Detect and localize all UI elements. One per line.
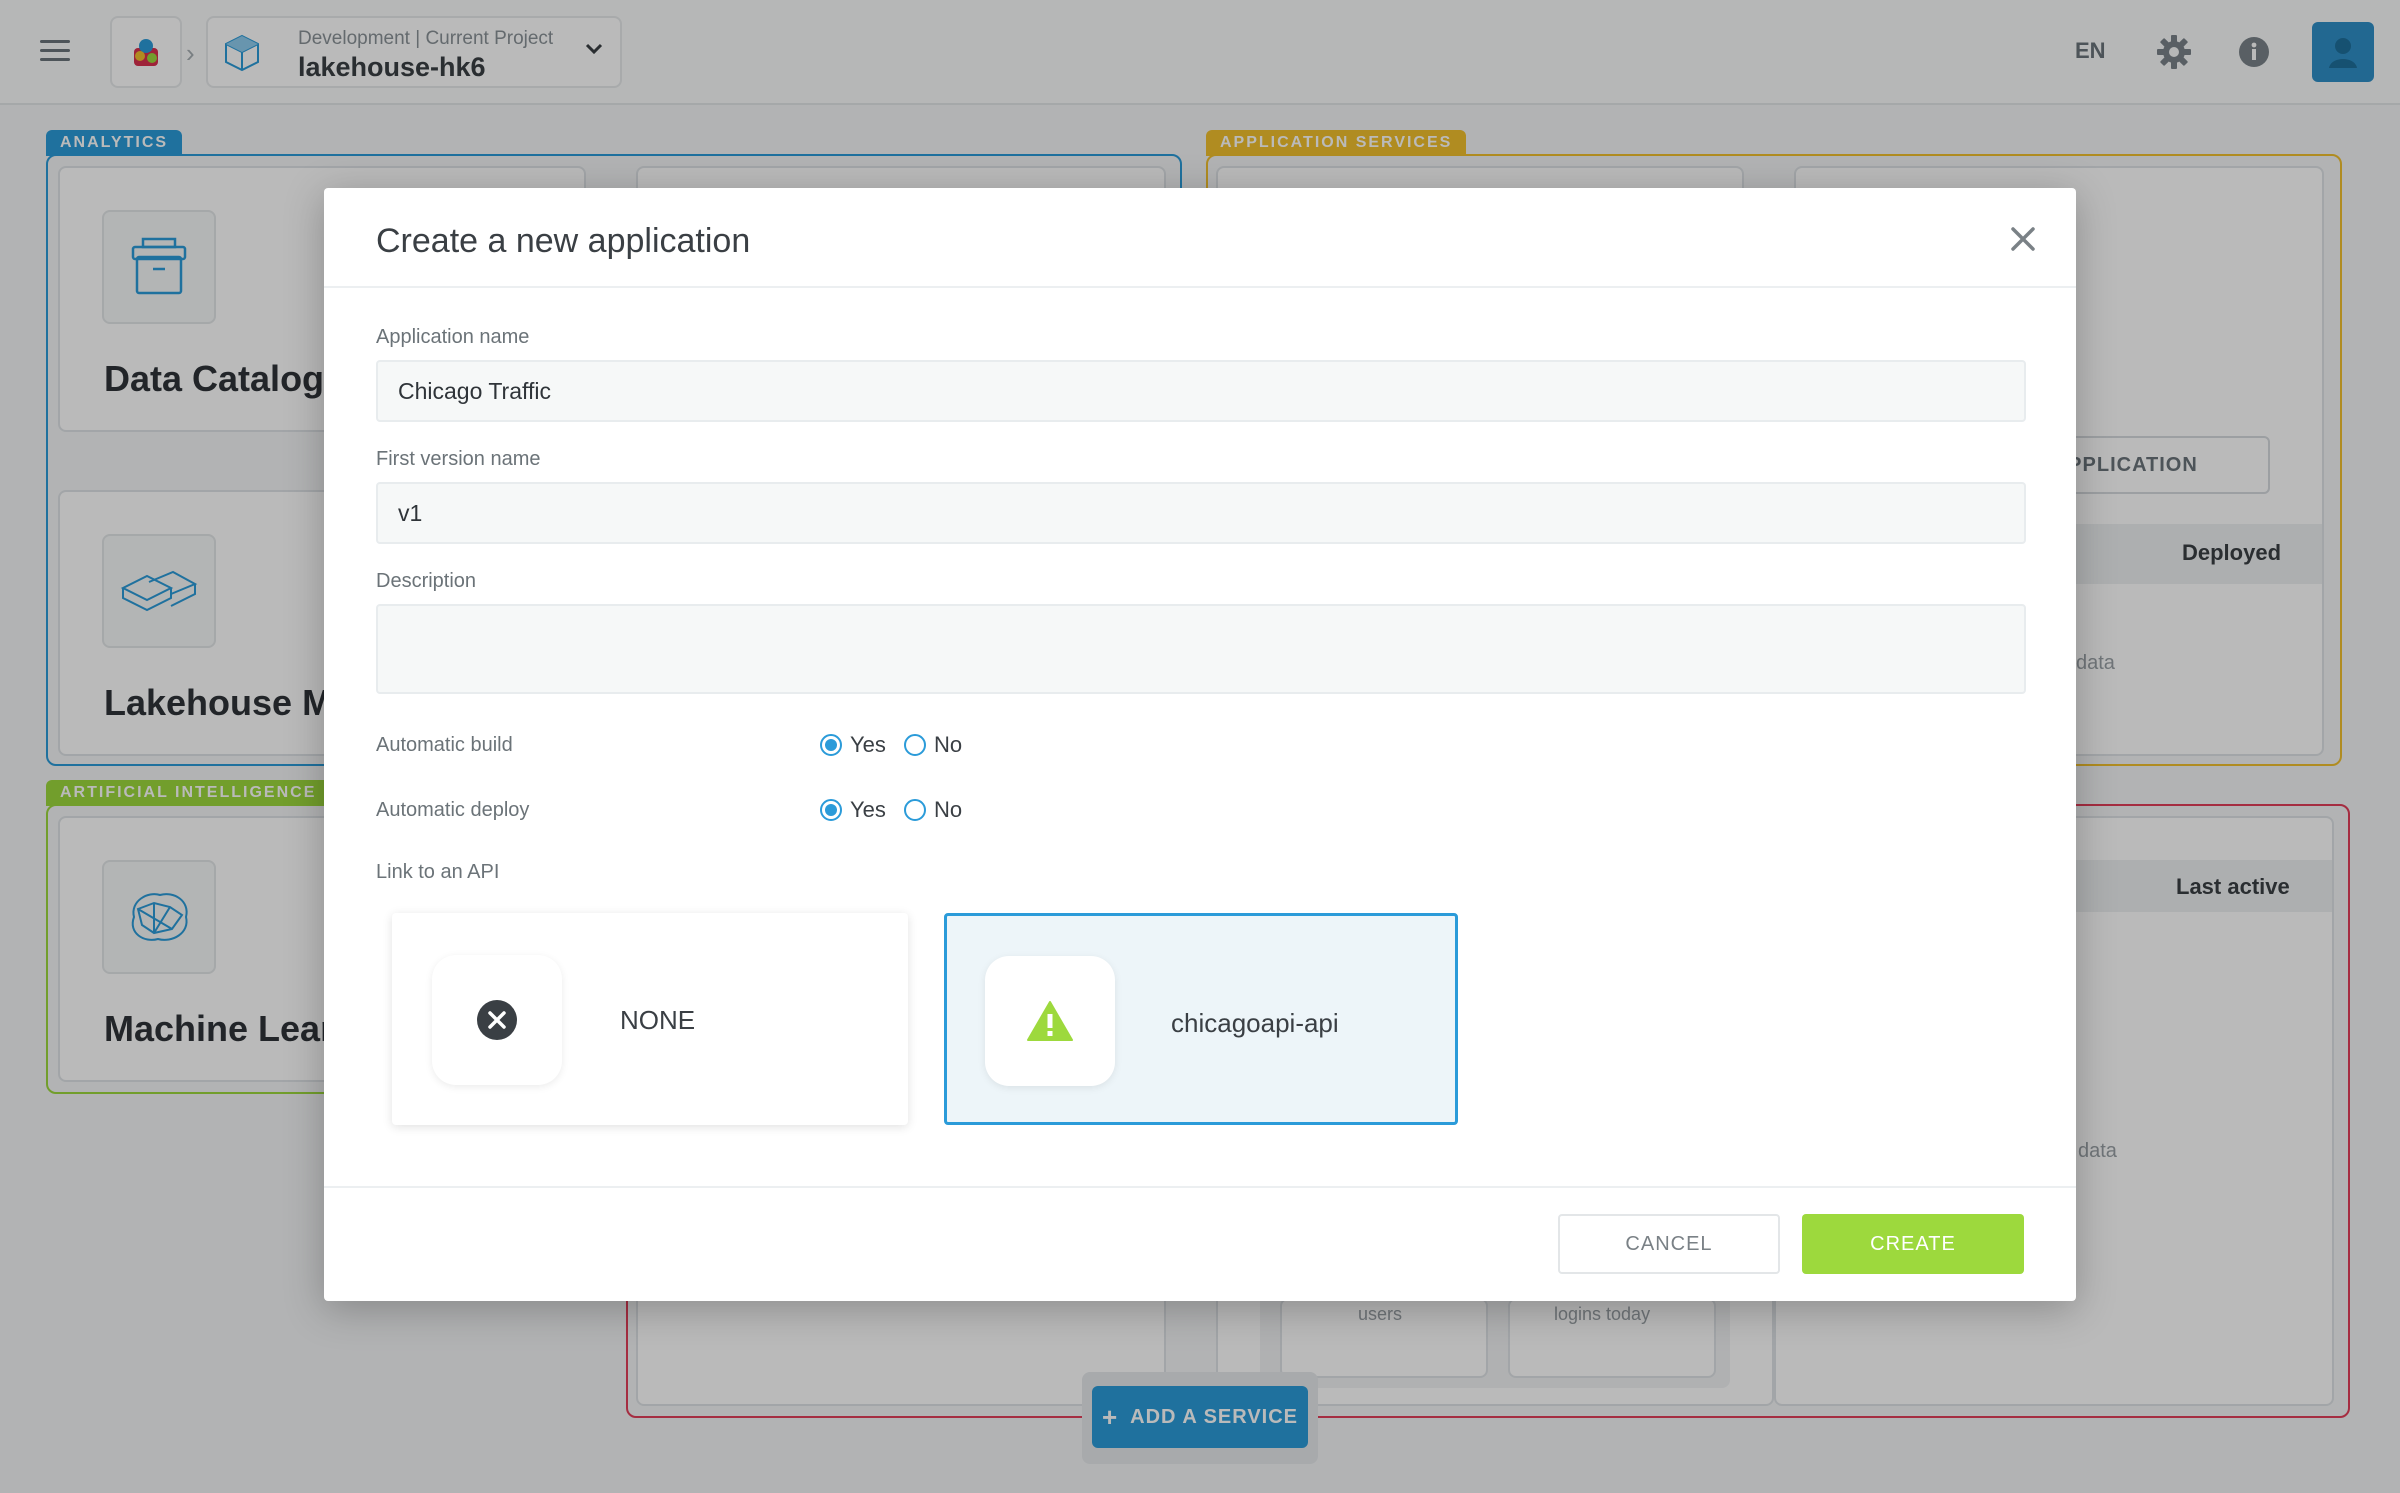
description-textarea[interactable] (376, 604, 2026, 694)
first-version-label: First version name (376, 448, 541, 470)
description-label: Description (376, 570, 477, 592)
x-circle-icon (477, 1000, 517, 1040)
api-icon-container (985, 956, 1115, 1086)
radio-label: Yes (850, 732, 886, 757)
automatic-deploy-row: Automatic deploy Yes No (376, 797, 1176, 827)
first-version-input[interactable]: v1 (376, 482, 2026, 544)
application-name-input[interactable]: Chicago Traffic (376, 360, 2026, 422)
automatic-build-label: Automatic build (376, 734, 513, 756)
radio-label: Yes (850, 797, 886, 822)
modal-title: Create a new application (376, 222, 751, 260)
automatic-build-no-radio[interactable]: No (904, 732, 962, 758)
radio-selected-icon (820, 734, 842, 756)
automatic-deploy-no-radio[interactable]: No (904, 797, 962, 823)
radio-selected-icon (820, 799, 842, 821)
automatic-deploy-yes-radio[interactable]: Yes (820, 797, 886, 823)
automatic-build-yes-radio[interactable]: Yes (820, 732, 886, 758)
modal-header: Create a new application (324, 188, 2076, 288)
create-button[interactable]: CREATE (1802, 1214, 2024, 1274)
create-application-modal: Create a new application Application nam… (324, 188, 2076, 1301)
api-option-none[interactable]: NONE (392, 913, 908, 1125)
radio-label: No (934, 732, 963, 757)
api-option-label: chicagoapi-api (1171, 1008, 1339, 1038)
radio-label: No (934, 797, 963, 822)
api-option-chicagoapi[interactable]: chicagoapi-api (944, 913, 1458, 1125)
close-icon[interactable] (2008, 224, 2038, 254)
radio-unselected-icon (904, 799, 926, 821)
warning-triangle-icon (1027, 1001, 1073, 1041)
api-icon-container (432, 955, 562, 1085)
api-option-label: NONE (620, 1005, 696, 1035)
automatic-build-row: Automatic build Yes No (376, 732, 1176, 762)
automatic-deploy-label: Automatic deploy (376, 799, 530, 821)
application-name-label: Application name (376, 326, 530, 348)
link-api-label: Link to an API (376, 861, 500, 883)
modal-footer-divider (324, 1186, 2076, 1188)
radio-unselected-icon (904, 734, 926, 756)
cancel-button[interactable]: CANCEL (1558, 1214, 1780, 1274)
